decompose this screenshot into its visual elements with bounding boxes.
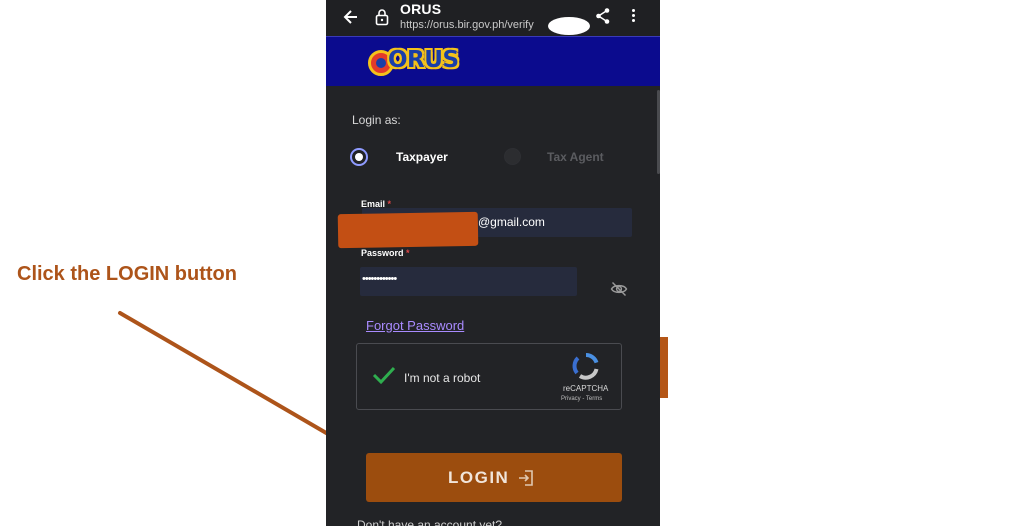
- signup-prompt: Don't have an account yet?: [357, 518, 503, 526]
- redaction-mark: [548, 17, 590, 35]
- site-title: ORUS: [400, 1, 442, 17]
- recaptcha-widget: I'm not a robot reCAPTCHA Privacy - Term…: [356, 343, 622, 410]
- taxpayer-label[interactable]: Taxpayer: [396, 150, 448, 164]
- login-button[interactable]: LOGIN: [366, 453, 622, 502]
- recaptcha-icon: [572, 352, 600, 380]
- back-arrow-icon[interactable]: [342, 8, 360, 26]
- login-icon: [518, 469, 534, 487]
- more-vert-icon[interactable]: [630, 8, 636, 26]
- phone-screen: ORUS https://orus.bir.gov.ph/verify ORUS…: [326, 0, 660, 526]
- checkmark-icon[interactable]: [371, 364, 397, 386]
- scrollbar[interactable]: [657, 90, 660, 174]
- tax-agent-label[interactable]: Tax Agent: [547, 150, 604, 164]
- tutorial-screenshot: Click the LOGIN button ORUS https://orus…: [0, 0, 1024, 526]
- login-as-label: Login as:: [352, 113, 401, 127]
- login-button-label: LOGIN: [448, 468, 510, 487]
- tax-agent-radio[interactable]: [504, 148, 521, 165]
- forgot-password-link[interactable]: Forgot Password: [366, 318, 464, 333]
- orus-logo[interactable]: ORUS: [368, 44, 466, 80]
- email-redaction: [337, 211, 479, 249]
- share-icon[interactable]: [595, 7, 611, 25]
- recaptcha-brand: reCAPTCHA: [563, 384, 609, 393]
- captcha-label: I'm not a robot: [404, 371, 481, 385]
- lock-icon: [375, 8, 389, 26]
- address-bar-url[interactable]: https://orus.bir.gov.ph/verify: [400, 19, 550, 31]
- password-label: Password *: [361, 248, 410, 258]
- site-header: ORUS: [326, 36, 660, 86]
- email-value: @gmail.com: [478, 215, 545, 229]
- recaptcha-links[interactable]: Privacy - Terms: [561, 396, 602, 402]
- browser-toolbar: ORUS https://orus.bir.gov.ph/verify: [326, 0, 660, 36]
- eye-off-icon[interactable]: [610, 281, 628, 297]
- instruction-callout: Click the LOGIN button: [17, 263, 237, 285]
- taxpayer-radio[interactable]: [350, 148, 368, 166]
- highlight-bar: [660, 337, 668, 398]
- password-value: ••••••••••••: [362, 273, 397, 285]
